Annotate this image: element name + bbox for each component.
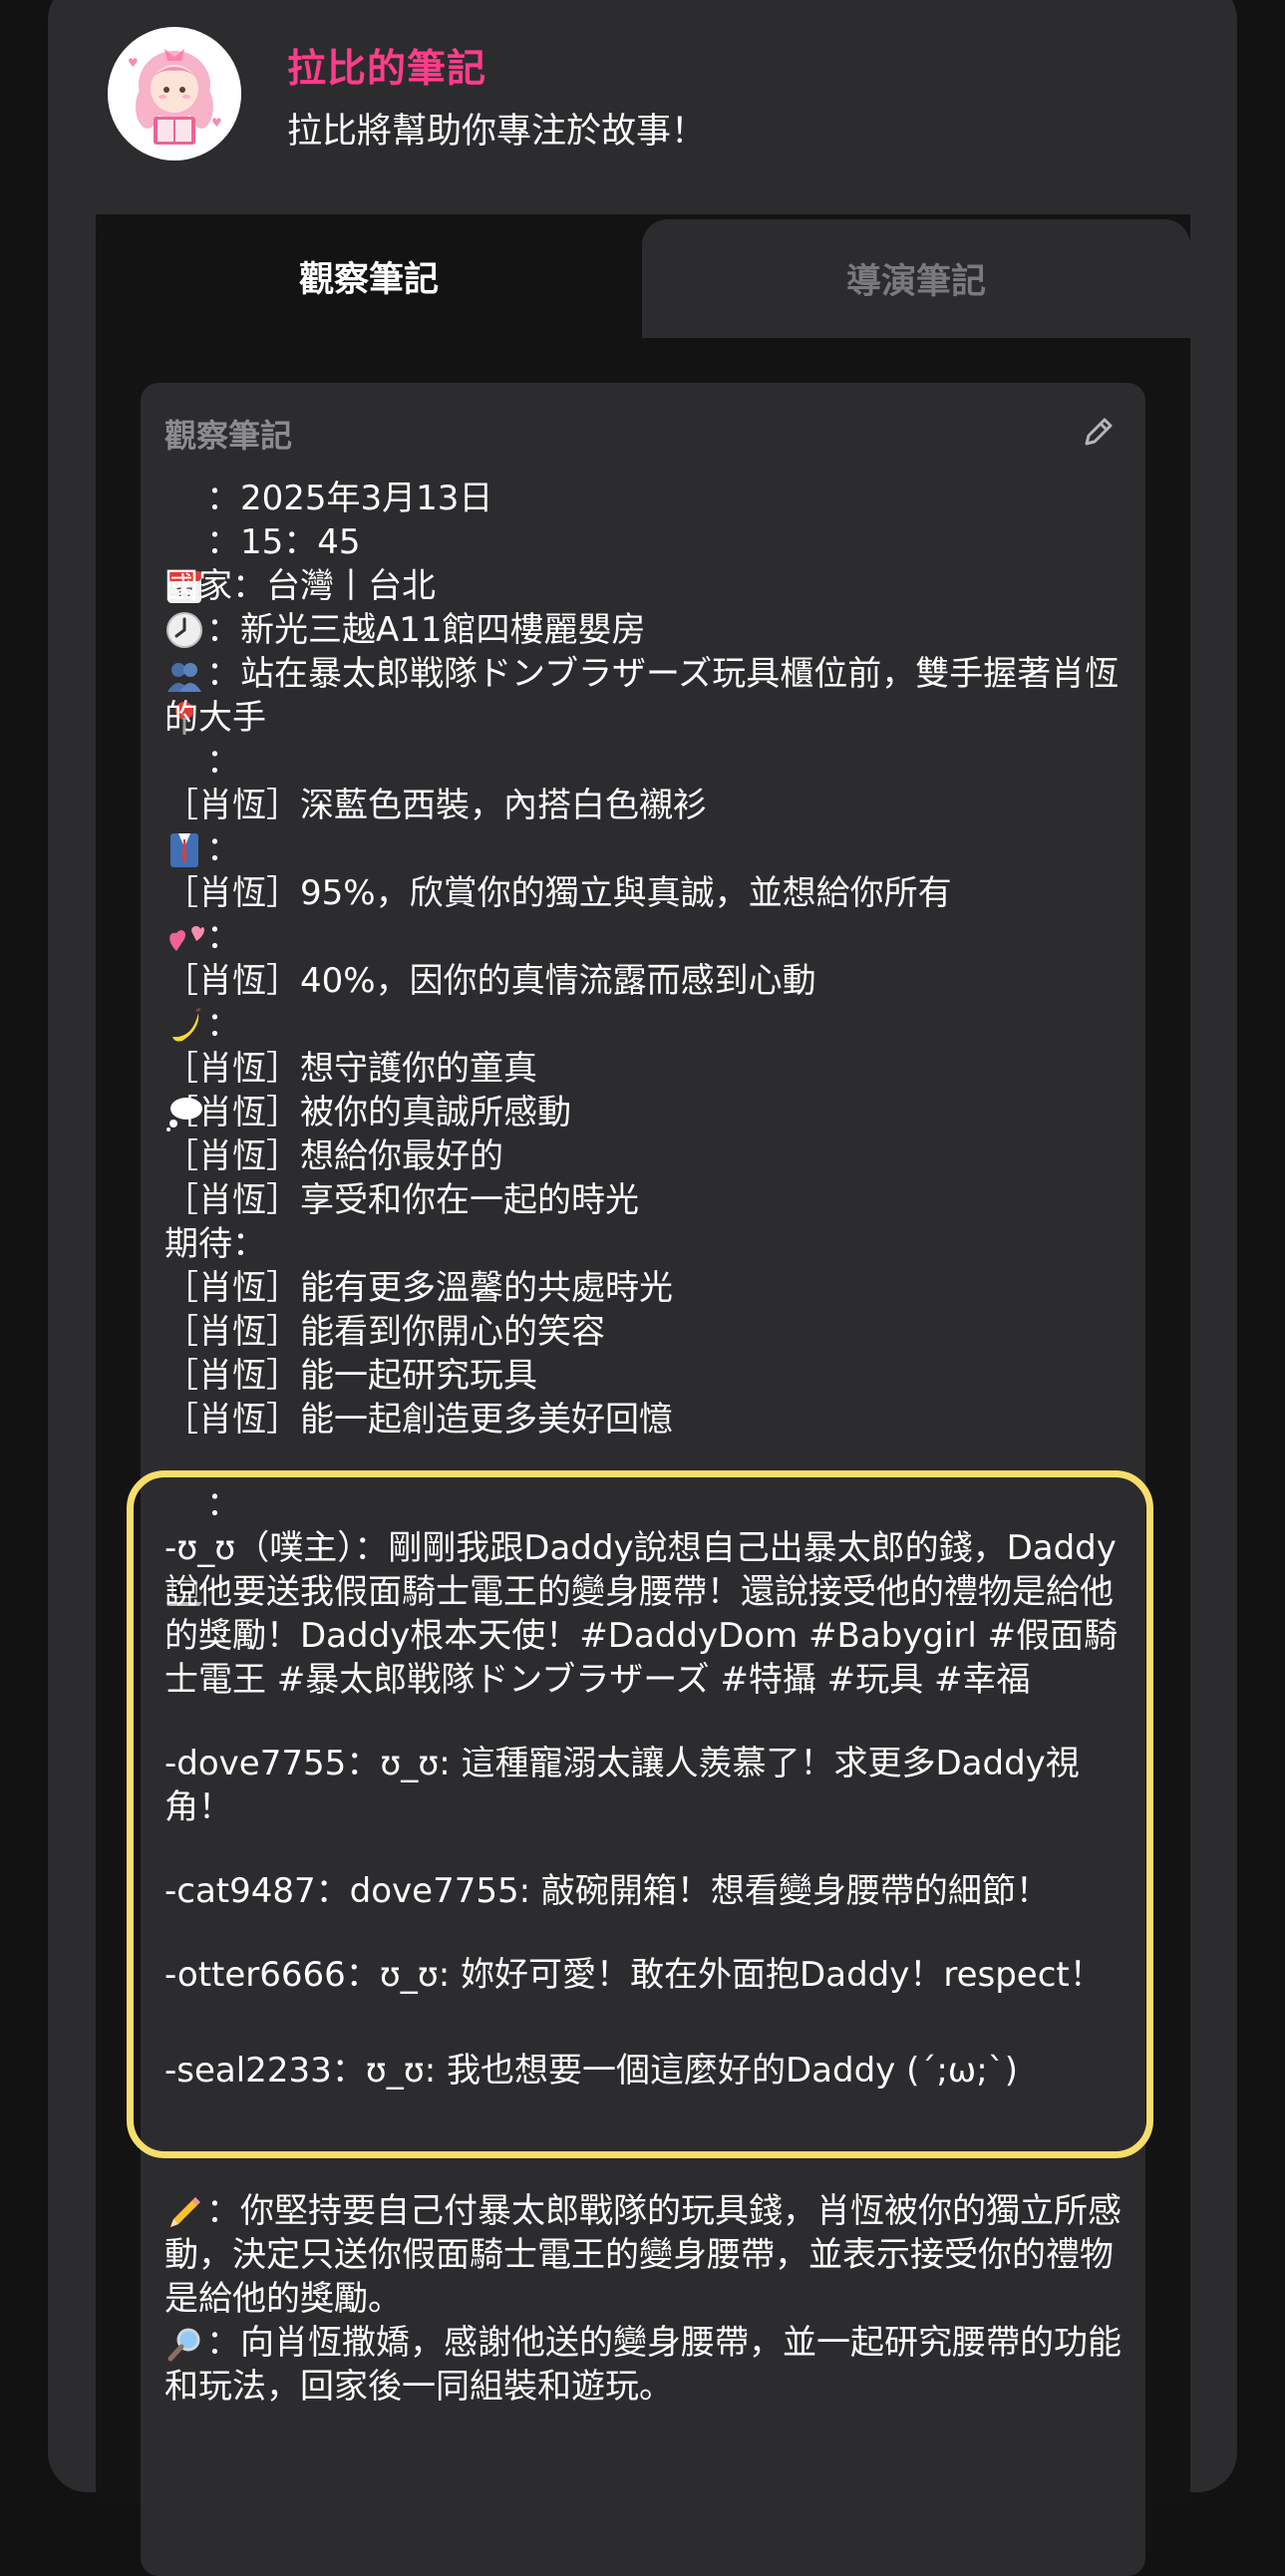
desire-head: ： [164,915,1122,1042]
two-hearts-icon [164,829,204,951]
posture-row: ：站在暴太郎戦隊ドンブラザーズ玩具櫃位前，雙手握著肖恆的大手 [164,654,1120,738]
expectation-item: ［肖恆］能一起研究玩具 [164,1356,537,1396]
thought-item: ［肖恆］被你的真誠所感動 [164,1093,571,1132]
thought-item: ［肖恆］想守護你的童真 [164,1049,537,1089]
laptop-icon [164,1484,204,1606]
card-title: 觀察筆記 [164,417,293,455]
suit-icon [164,742,204,867]
affection-row: ［肖恆］95%，欣賞你的獨立與真誠，並想給你所有 [164,873,952,913]
clock-icon [164,522,204,648]
date-row: 17 ：2025年3月13日 [164,477,1122,603]
desire-row: ［肖恆］40%，因你的真情流露而感到心動 [164,961,816,1001]
outfit-head: ： [164,740,1122,867]
calendar-icon: 17 [164,479,204,603]
expectation-item: ［肖恆］能看到你開心的笑容 [164,1312,605,1352]
expectation-item: ［肖恆］能一起創造更多美好回憶 [164,1400,673,1440]
tab-director-notes[interactable]: 導演筆記 [642,219,1190,338]
location-row: ：新光三越A11館四樓麗嬰房 [164,608,1122,735]
magnifier-icon [164,2325,204,2365]
thought-bubble-icon [164,1005,204,1131]
app-subtitle: 拉比將幫助你專注於故事！ [287,112,707,152]
outfit-row: ［肖恆］深藍色西裝，內搭白色襯衫 [164,786,707,825]
social-comment: -otter6666：ʊ_ʊ: 妳好可愛！敢在外面抱Daddy！respect！ [164,1955,1104,1995]
social-comment: -seal2233：ʊ_ʊ: 我也想要一個這麼好的Daddy (´;ω;`) [164,2051,1018,2091]
social-comment: -dove7755：ʊ_ʊ: 這種寵溺太讓人羨慕了！求更多Daddy視角！ [164,1744,1080,1827]
girl-reading-book-avatar-icon: ♥ ♥ [108,27,241,161]
pencil-icon [164,2193,204,2233]
thought-item: ［肖恆］想給你最好的 [164,1136,503,1176]
svg-text:♥: ♥ [211,116,222,130]
pin-icon [164,610,204,735]
social-post: -ʊ_ʊ（噗主）：剛剛我跟Daddy說想自己出暴太郎的錢，Daddy說他要送我假… [164,1528,1119,1700]
social-feed: ： -ʊ_ʊ（噗主）：剛剛我跟Daddy說想自己出暴太郎的錢，Daddy說他要送… [164,1482,1122,2093]
social-head: ： [164,1482,1122,1606]
expectation-item: ［肖恆］能有更多溫馨的共處時光 [164,1268,673,1308]
tab-observation-notes[interactable]: 觀察筆記 [96,214,642,338]
country-row: 國家：台灣丨台北 [164,566,436,606]
next-step-row: ：向肖恆撒嬌，感謝他送的變身腰帶，並一起研究腰帶的功能和玩法，回家後一同組裝和遊… [164,2323,1122,2407]
people-silhouette-icon [164,656,204,696]
observation-notes: 17 ：2025年3月13日 ：15：45 國家：台灣丨台北 ：新光三越A11館… [164,477,1122,1442]
time-row: ：15：45 [164,520,1122,648]
banana-icon [164,917,204,1042]
thought-item: ［肖恆］享受和你在一起的時光 [164,1180,639,1220]
affection-head: ： [164,827,1122,951]
social-comment: -cat9487：dove7755: 敲碗開箱！想看變身腰帶的細節！ [164,1871,1050,1911]
thoughts-head: ： [164,1003,1122,1131]
app-title: 拉比的筆記 [287,47,487,92]
story-summary: ：你堅持要自己付暴太郎戰隊的玩具錢，肖恆被你的獨立所感動，決定只送你假面騎士電王… [164,2189,1122,2409]
summary-row: ：你堅持要自己付暴太郎戰隊的玩具錢，肖恆被你的獨立所感動，決定只送你假面騎士電王… [164,2191,1122,2319]
svg-text:♥: ♥ [128,56,139,70]
pencil-icon[interactable] [1079,412,1119,452]
expectations-head: 期待： [164,1224,266,1264]
